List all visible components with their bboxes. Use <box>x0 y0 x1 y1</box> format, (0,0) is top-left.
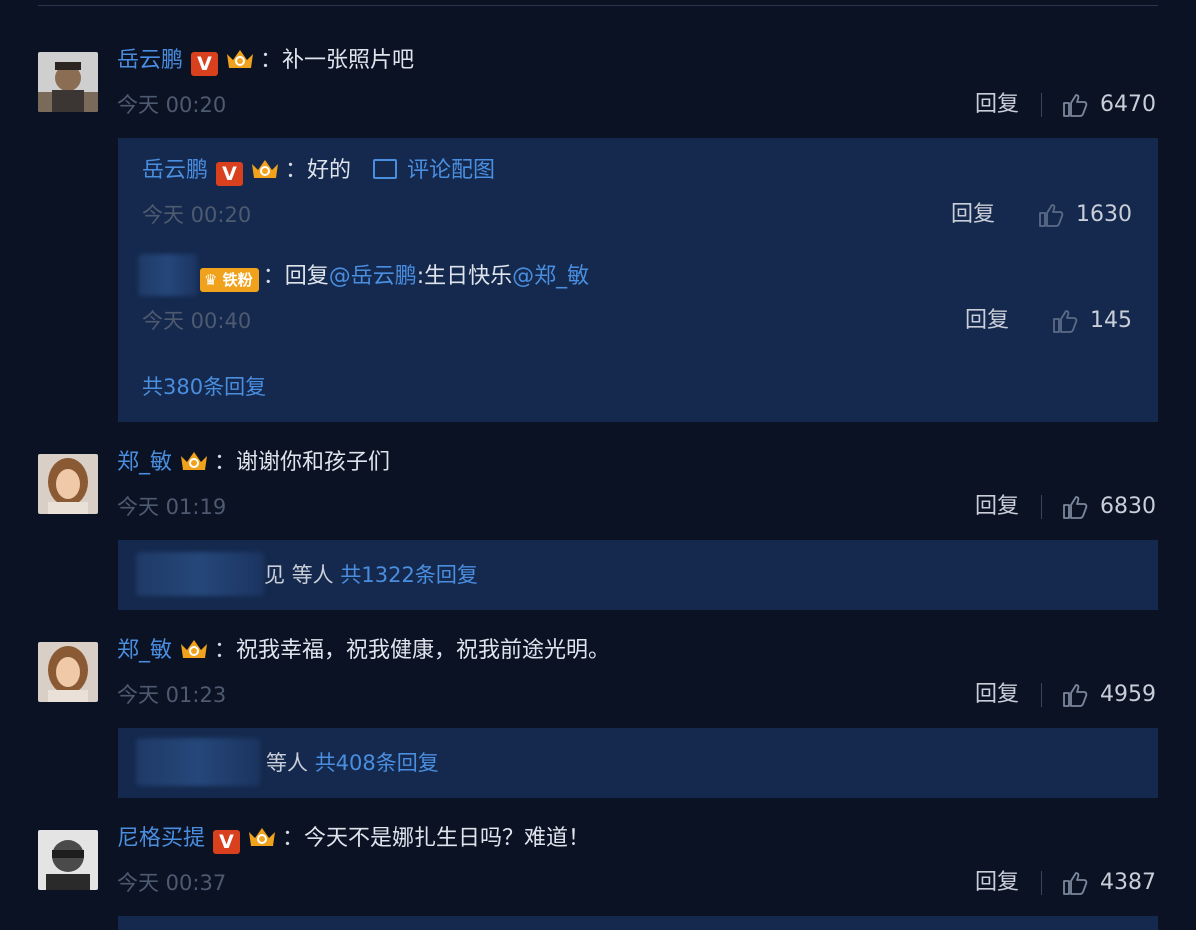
view-all-replies-link[interactable]: 共380条回复 <box>142 371 266 403</box>
reply-button[interactable]: 回复 <box>965 306 1009 336</box>
username[interactable]: 尼格买提 <box>117 826 205 851</box>
like-count: 6470 <box>1100 92 1156 117</box>
mention[interactable]: @岳云鹏 <box>329 264 417 289</box>
image-icon <box>373 159 398 179</box>
reply-panel: 岳云鹏 V ：好的 评论配图 今天 00:20 回复 1630 ♛ 铁粉 ：回复@岳云鹏… <box>118 138 1158 422</box>
thumbs-up-icon[interactable] <box>1052 308 1078 334</box>
vip-crown-icon <box>224 46 256 72</box>
reply-text: :生日快乐 <box>416 264 513 289</box>
reply-summary: 见 等人 共1322条回复 <box>264 559 478 591</box>
like-count: 145 <box>1090 308 1132 333</box>
like-count: 6830 <box>1100 494 1156 519</box>
like-count: 1630 <box>1076 202 1132 227</box>
image-link[interactable]: 评论配图 <box>373 158 495 183</box>
separator: ： <box>285 158 308 183</box>
summary-people: 等人 <box>266 751 308 775</box>
reply-actions: 回复 1630 <box>951 200 1132 230</box>
comment-header: 尼格买提 V ：今天不是娜扎生日吗？难道！ <box>117 822 590 856</box>
summary-people: 等人 <box>291 563 334 587</box>
comment-header: 郑_敏 ：谢谢你和孩子们 <box>117 446 390 480</box>
mention[interactable]: @郑_敏 <box>512 264 589 289</box>
username[interactable]: 岳云鹏 <box>117 48 183 73</box>
reply-header: ♛ 铁粉 ：回复@岳云鹏:生日快乐@郑_敏 <box>200 260 589 294</box>
reply-text: 好的 <box>307 158 352 183</box>
reply-actions: 回复 145 <box>965 306 1132 336</box>
vip-crown-icon <box>246 824 278 850</box>
reply-header: 岳云鹏 V ：好的 评论配图 <box>142 154 495 188</box>
separator: ： <box>262 264 285 289</box>
comment-text: 补一张照片吧 <box>282 48 415 73</box>
fan-badge-label: 铁粉 <box>222 271 253 289</box>
reply-button[interactable]: 回复 <box>975 90 1019 120</box>
reply-prefix: 回复 <box>284 264 329 289</box>
divider <box>1041 495 1042 519</box>
username[interactable]: 岳云鹏 <box>142 158 208 183</box>
timestamp: 今天 00:40 <box>142 309 252 333</box>
comment-text: 今天不是娜扎生日吗？难道！ <box>304 826 591 851</box>
timestamp: 今天 00:37 <box>117 871 227 895</box>
comment-header: 郑_敏 ：祝我幸福，祝我健康，祝我前途光明。 <box>117 634 610 668</box>
thumbs-up-icon[interactable] <box>1062 870 1088 896</box>
blurred-usernames <box>136 552 264 596</box>
timestamp: 今天 00:20 <box>142 203 252 227</box>
top-divider <box>38 5 1158 6</box>
comment-actions: 回复 6470 <box>975 90 1156 120</box>
comment-actions: 回复 4387 <box>975 868 1156 898</box>
fan-badge: ♛ 铁粉 <box>200 268 259 292</box>
comment-text: 祝我幸福，祝我健康，祝我前途光明。 <box>236 638 611 663</box>
thumbs-up-icon[interactable] <box>1038 202 1064 228</box>
avatar[interactable] <box>38 642 98 702</box>
verified-badge: V <box>191 52 219 76</box>
summary-name-fragment: 见 <box>264 563 285 587</box>
reply-summary-panel[interactable]: 等人 共408条回复 <box>118 728 1158 798</box>
vip-crown-icon <box>249 156 281 182</box>
comment-text: 谢谢你和孩子们 <box>236 450 391 475</box>
avatar[interactable] <box>38 454 98 514</box>
comment-header: 岳云鹏 V ：补一张照片吧 <box>117 44 414 78</box>
separator: ： <box>282 826 305 851</box>
view-all-replies-link[interactable]: 共408条回复 <box>315 751 439 775</box>
divider <box>1041 683 1042 707</box>
divider <box>1041 93 1042 117</box>
image-link-label: 评论配图 <box>407 158 496 183</box>
timestamp: 今天 01:19 <box>117 495 227 519</box>
reply-button[interactable]: 回复 <box>975 868 1019 898</box>
reply-button[interactable]: 回复 <box>951 200 995 230</box>
like-count: 4959 <box>1100 682 1156 707</box>
comment-actions: 回复 6830 <box>975 492 1156 522</box>
divider <box>1041 871 1042 895</box>
reply-button[interactable]: 回复 <box>975 492 1019 522</box>
view-all-replies-link[interactable]: 共1322条回复 <box>340 563 477 587</box>
verified-badge: V <box>213 830 241 854</box>
blurred-usernames <box>136 738 260 786</box>
thumbs-up-icon[interactable] <box>1062 494 1088 520</box>
avatar[interactable] <box>38 830 98 890</box>
avatar[interactable] <box>38 52 98 112</box>
vip-crown-icon <box>178 636 210 662</box>
timestamp: 今天 00:20 <box>117 93 227 117</box>
reply-summary-panel[interactable]: 见 等人 共1322条回复 <box>118 540 1158 610</box>
username[interactable]: 郑_敏 <box>117 450 172 475</box>
vip-crown-icon <box>178 448 210 474</box>
reply-summary: 等人 共408条回复 <box>266 747 439 779</box>
verified-badge: V <box>216 162 244 186</box>
blurred-username <box>138 254 198 296</box>
comment-actions: 回复 4959 <box>975 680 1156 710</box>
username[interactable]: 郑_敏 <box>117 638 172 663</box>
timestamp: 今天 01:23 <box>117 683 227 707</box>
separator: ： <box>260 48 283 73</box>
reply-summary-panel <box>118 916 1158 930</box>
like-count: 4387 <box>1100 870 1156 895</box>
separator: ： <box>214 638 237 663</box>
thumbs-up-icon[interactable] <box>1062 682 1088 708</box>
separator: ： <box>214 450 237 475</box>
reply-button[interactable]: 回复 <box>975 680 1019 710</box>
thumbs-up-icon[interactable] <box>1062 92 1088 118</box>
